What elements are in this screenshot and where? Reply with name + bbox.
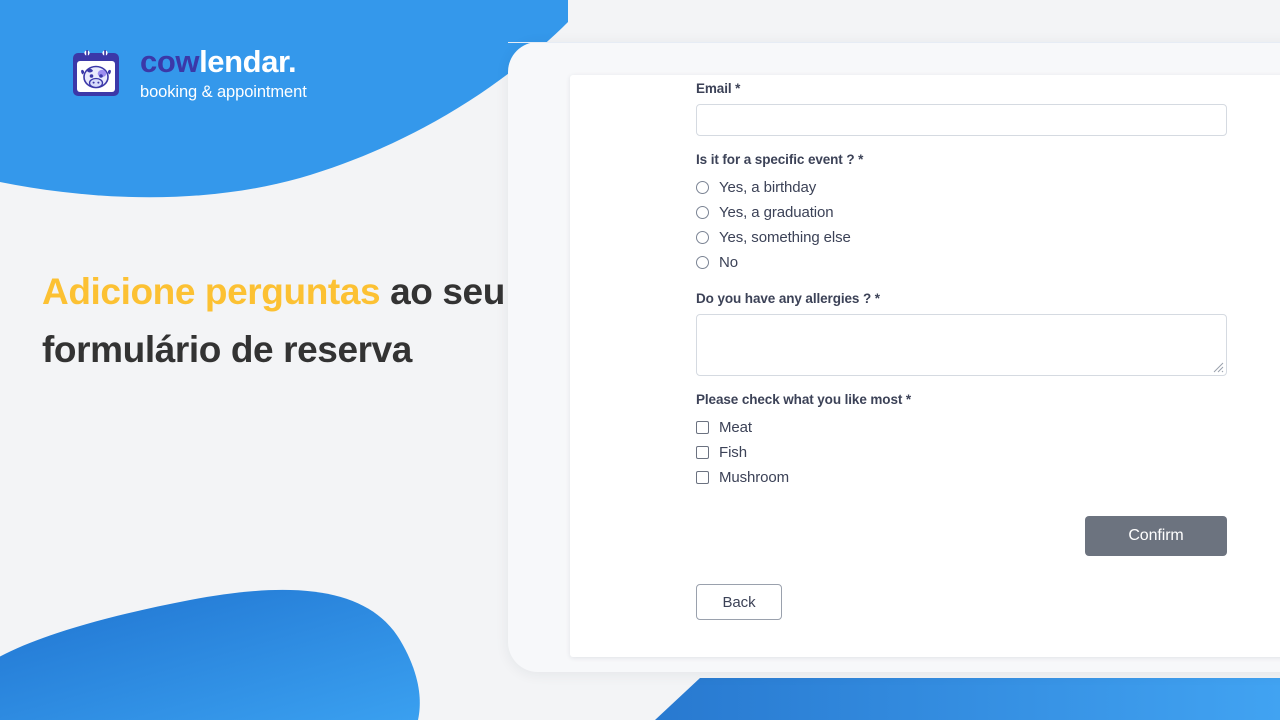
email-input[interactable] (696, 104, 1227, 136)
confirm-button-row: Confirm (696, 516, 1227, 556)
checkbox-label: Meat (719, 419, 752, 436)
radio-icon[interactable] (696, 181, 709, 194)
field-email: Email * (696, 81, 1227, 136)
radio-icon[interactable] (696, 231, 709, 244)
email-label: Email * (696, 81, 741, 96)
radio-option-no[interactable]: No (696, 250, 1227, 275)
checkbox-label: Mushroom (719, 469, 790, 486)
allergies-textarea[interactable] (696, 314, 1227, 376)
event-question-label: Is it for a specific event ? * (696, 152, 864, 167)
checkbox-icon[interactable] (696, 471, 709, 484)
radio-icon[interactable] (696, 206, 709, 219)
checkbox-option-mushroom[interactable]: Mushroom (696, 465, 1227, 490)
radio-icon[interactable] (696, 256, 709, 269)
radio-option-graduation[interactable]: Yes, a graduation (696, 200, 1227, 225)
field-allergies: Do you have any allergies ? * (696, 291, 1227, 376)
bottom-left-blob-shape (0, 589, 420, 720)
field-likes: Please check what you like most * Meat F… (696, 392, 1227, 490)
radio-option-birthday[interactable]: Yes, a birthday (696, 175, 1227, 200)
brand-wordmark: cowlendar. booking & appointment (140, 46, 307, 101)
radio-label: Yes, something else (719, 229, 851, 246)
confirm-button[interactable]: Confirm (1085, 516, 1227, 556)
brand-name: cowlendar. (140, 46, 307, 77)
allergies-label: Do you have any allergies ? * (696, 291, 880, 306)
headline-accent: Adicione perguntas (42, 271, 381, 312)
back-button-row: Back (696, 584, 1227, 620)
bottom-right-strip-shape (655, 678, 1280, 720)
checkbox-icon[interactable] (696, 446, 709, 459)
field-specific-event: Is it for a specific event ? * Yes, a bi… (696, 152, 1227, 275)
brand-name-cow: cow (140, 43, 200, 79)
browser-topbar-divider (508, 42, 1280, 43)
event-radio-group: Yes, a birthday Yes, a graduation Yes, s… (696, 175, 1227, 275)
likes-label: Please check what you like most * (696, 392, 912, 407)
checkbox-option-meat[interactable]: Meat (696, 415, 1227, 440)
booking-form-card: Email * Is it for a specific event ? * Y… (570, 75, 1280, 657)
brand-logo: cowlendar. booking & appointment (68, 45, 307, 101)
calendar-cow-icon (73, 50, 119, 96)
page-title: Adicione perguntas ao seu formulário de … (42, 263, 512, 379)
radio-label: Yes, a graduation (719, 204, 834, 221)
back-button[interactable]: Back (696, 584, 782, 620)
allergies-textarea-wrapper (696, 314, 1227, 376)
brand-tagline: booking & appointment (140, 82, 307, 101)
checkbox-option-fish[interactable]: Fish (696, 440, 1227, 465)
radio-label: Yes, a birthday (719, 179, 817, 196)
likes-checkbox-group: Meat Fish Mushroom (696, 415, 1227, 490)
brand-name-lendar: lendar. (199, 43, 297, 79)
checkbox-icon[interactable] (696, 421, 709, 434)
radio-option-something-else[interactable]: Yes, something else (696, 225, 1227, 250)
radio-label: No (719, 254, 738, 271)
checkbox-label: Fish (719, 444, 747, 461)
booking-form: Email * Is it for a specific event ? * Y… (696, 81, 1227, 620)
